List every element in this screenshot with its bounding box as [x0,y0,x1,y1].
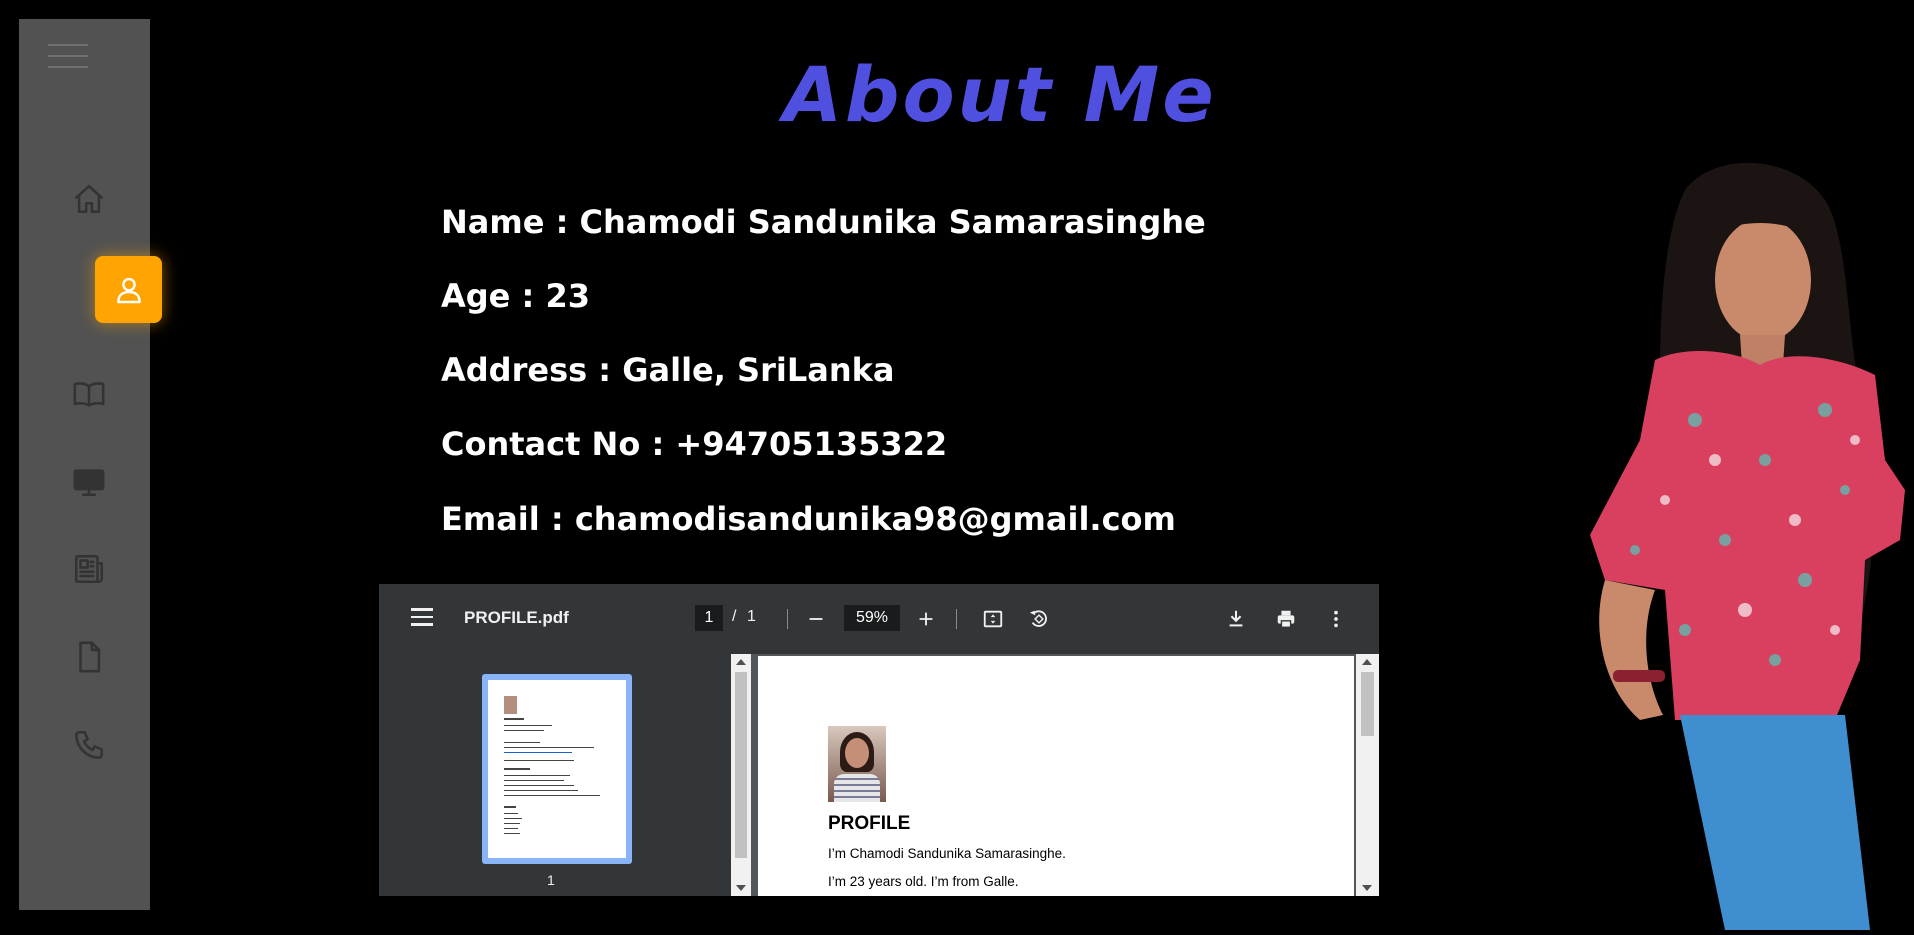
rotate-button[interactable] [1022,602,1056,636]
menu-line [48,44,88,46]
more-vertical-icon [1334,610,1338,628]
nav-blog-button[interactable] [69,549,109,589]
scroll-up-arrow-icon[interactable] [736,659,746,665]
toolbar-divider [787,609,788,629]
menu-line [48,66,88,68]
thumbnail-scrollbar[interactable] [731,654,751,896]
document-scrollbar[interactable] [1356,654,1379,896]
info-age: Age : 23 [441,277,590,315]
scroll-down-arrow-icon[interactable] [736,885,746,891]
zoom-out-button[interactable] [799,602,833,636]
thumbnail-line [504,833,520,834]
thumbnail-line [504,747,594,748]
scrollbar-thumb[interactable] [1361,672,1374,736]
fit-to-page-icon [983,610,1003,628]
download-button[interactable] [1219,602,1253,636]
thumbnail-photo [504,696,517,714]
document-icon [79,641,101,673]
monitor-icon [73,469,105,497]
thumbnail-line [504,718,524,720]
thumbnail-line [504,828,518,829]
download-icon [1229,610,1243,627]
thumbnail-line [504,818,522,819]
pdf-toolbar: PROFILE.pdf / 1 [379,584,1379,654]
nav-resume-button[interactable] [69,637,109,677]
toolbar-divider [956,609,957,629]
menu-line [48,55,88,57]
scroll-up-arrow-icon[interactable] [1362,659,1372,665]
thumbnail-line [504,790,578,791]
thumbnail-line [504,785,574,786]
thumbnail-line [504,795,600,796]
scroll-down-arrow-icon[interactable] [1362,885,1372,891]
thumbnail-line [504,760,574,761]
more-options-button[interactable] [1319,602,1353,636]
thumbnail-line [504,780,564,781]
thumbnail-line [504,813,518,814]
pdf-page: PROFILE I’m Chamodi Sandunika Samarasing… [758,656,1354,896]
info-email: Email : chamodisandunika98@gmail.com [441,500,1176,538]
nav-contact-button[interactable] [69,725,109,765]
info-contact: Contact No : +94705135322 [441,425,948,463]
info-name: Name : Chamodi Sandunika Samarasinghe [441,203,1206,241]
thumbnail-content [488,680,626,858]
page-title: About Me [783,50,1217,139]
thumbnail-page-number: 1 [547,872,555,888]
pdf-viewer: PROFILE.pdf / 1 [379,584,1379,896]
thumbnail-line [504,752,572,753]
page-thumbnail[interactable] [482,674,632,864]
thumbnail-pane: 1 [379,654,731,896]
thumbnail-line [504,806,516,808]
menu-line [411,608,433,611]
print-icon [1277,610,1295,628]
zoom-in-button[interactable] [909,602,943,636]
thumbnail-line [504,768,530,770]
page-separator: / [732,608,737,625]
page-number-input[interactable] [695,605,723,631]
thumbnail-line [504,725,552,726]
phone-icon [74,730,104,760]
book-icon [73,382,105,407]
sidebar [19,19,150,910]
print-button[interactable] [1269,602,1303,636]
total-pages: 1 [747,608,756,625]
zoom-level-input[interactable] [844,605,900,631]
nav-education-button[interactable] [69,374,109,414]
profile-portrait [1590,162,1905,930]
plus-icon [919,612,933,626]
newspaper-icon [74,554,104,584]
scrollbar-thumb[interactable] [735,672,747,858]
document-line: I’m 23 years old. I’m from Galle. [828,874,1019,889]
nav-home-button[interactable] [69,179,109,219]
rotate-icon [1029,610,1047,627]
menu-line [411,623,433,626]
menu-toggle-button[interactable] [48,44,88,74]
thumbnail-line [504,775,570,776]
thumbnail-line [504,730,544,731]
photo-face [845,738,869,768]
pdf-filename: PROFILE.pdf [464,608,569,627]
home-icon [74,184,104,214]
fit-page-button[interactable] [976,602,1010,636]
document-photo [828,726,886,802]
photo-shirt [834,774,880,802]
thumbnail-line [504,823,520,824]
thumbnail-line [504,742,540,743]
document-line: I’m Chamodi Sandunika Samarasinghe. [828,846,1066,861]
user-icon [116,277,141,303]
minus-icon [809,618,823,620]
nav-about-button[interactable] [95,256,162,323]
pdf-sidebar-toggle-button[interactable] [411,608,433,628]
nav-projects-button[interactable] [69,462,109,502]
info-address: Address : Galle, SriLanka [441,351,895,389]
menu-line [411,615,433,618]
document-heading: PROFILE [828,813,911,834]
